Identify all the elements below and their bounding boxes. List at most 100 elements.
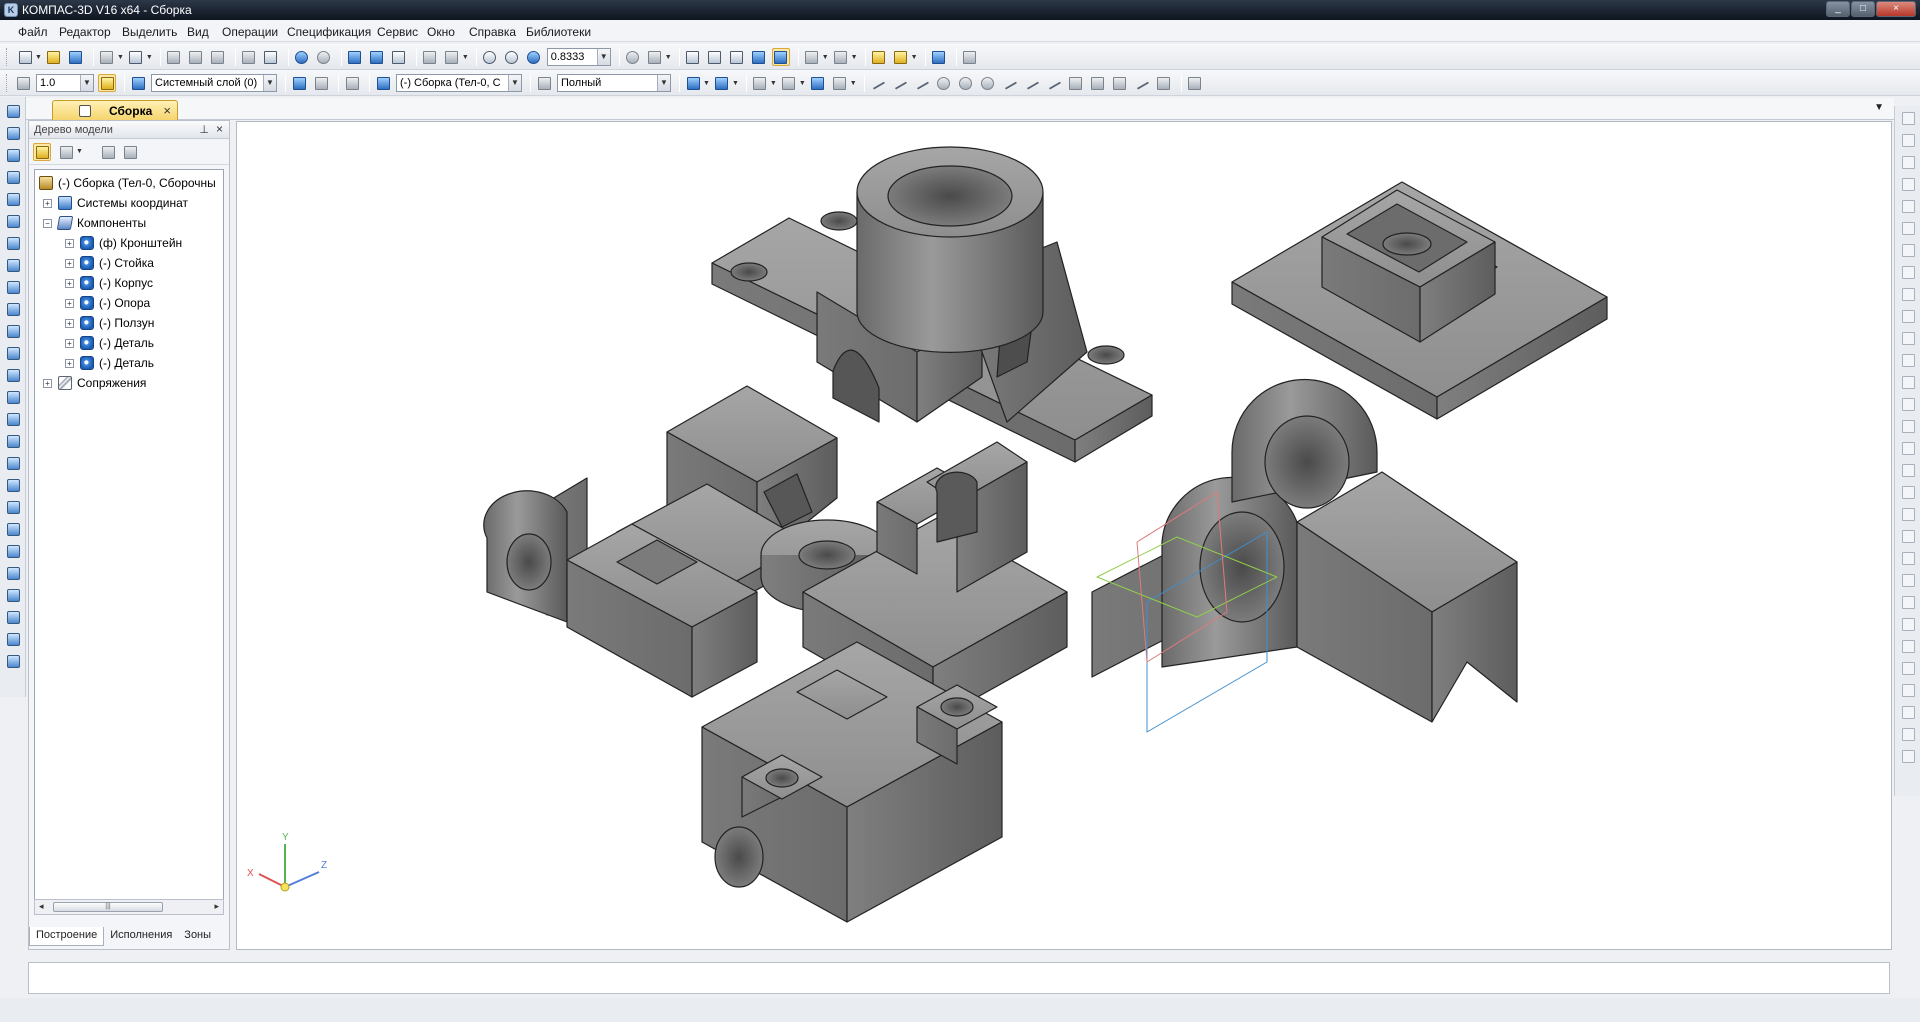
dimension-tool-icon[interactable] [1902, 486, 1915, 499]
thin-lines-button[interactable] [728, 48, 746, 66]
dimension-tool-icon[interactable] [1902, 266, 1915, 279]
minimize-button[interactable]: _ [1826, 1, 1850, 17]
dimension-tool-icon[interactable] [1902, 706, 1915, 719]
dimension-tool-icon[interactable] [1902, 442, 1915, 455]
save-button[interactable] [67, 48, 85, 66]
tree-node[interactable]: − Компоненты [43, 214, 146, 232]
show-all-button[interactable] [870, 48, 888, 66]
active-body-button[interactable] [374, 74, 392, 92]
help-button[interactable] [443, 48, 461, 66]
shaded-button[interactable] [750, 48, 768, 66]
hidden-lines-button[interactable] [706, 48, 724, 66]
compact-tool-icon[interactable] [7, 281, 20, 294]
compact-tool-icon[interactable] [7, 655, 20, 668]
ortho-button[interactable] [98, 74, 116, 92]
select-filter-dropdown-icon[interactable]: ▼ [851, 54, 858, 61]
tab-build[interactable]: Построение [29, 927, 105, 946]
sketch-mirror-button[interactable] [1155, 74, 1173, 92]
tree-structure-button[interactable] [33, 143, 51, 161]
library-manager-button[interactable] [421, 48, 439, 66]
dimension-button[interactable] [1186, 74, 1204, 92]
toolbar-grip[interactable] [6, 74, 9, 92]
close-icon[interactable]: × [216, 122, 223, 136]
chevron-down-icon[interactable]: ▼ [80, 75, 93, 91]
chevron-down-icon[interactable]: ▼ [508, 75, 521, 91]
new-dropdown-icon[interactable]: ▼ [35, 54, 42, 61]
tree-props-button[interactable] [99, 143, 117, 161]
dimension-tool-icon[interactable] [1902, 222, 1915, 235]
step-select[interactable]: 1.0 ▼ [36, 74, 94, 92]
dimension-tool-icon[interactable] [1902, 200, 1915, 213]
tree-horizontal-scrollbar[interactable]: ◂ ||| ▸ [34, 899, 224, 915]
compact-tool-icon[interactable] [7, 523, 20, 536]
menu-editor[interactable]: Редактор [59, 25, 111, 39]
insert-button[interactable] [809, 74, 827, 92]
compact-tool-icon[interactable] [7, 171, 20, 184]
expand-icon[interactable]: + [65, 298, 74, 308]
tree-view-button[interactable] [57, 143, 75, 161]
sketch-arc-button[interactable] [957, 74, 975, 92]
assembly-select[interactable]: (-) Сборка (Тел-0, С ▼ [396, 74, 522, 92]
dimension-tool-icon[interactable] [1902, 354, 1915, 367]
print-dropdown-icon[interactable]: ▼ [117, 54, 124, 61]
paste-button[interactable] [209, 48, 227, 66]
compact-tool-icon[interactable] [7, 237, 20, 250]
compact-tool-icon[interactable] [7, 567, 20, 580]
dimension-tool-icon[interactable] [1902, 596, 1915, 609]
menu-file[interactable]: Файл [18, 25, 48, 39]
sketch-rect-button[interactable] [1067, 74, 1085, 92]
shaded-edges-button[interactable] [771, 48, 790, 66]
dimension-tool-icon[interactable] [1902, 662, 1915, 675]
text-button[interactable] [831, 74, 849, 92]
compact-tool-icon[interactable] [7, 149, 20, 162]
menu-select[interactable]: Выделить [122, 25, 177, 39]
dimension-tool-icon[interactable] [1902, 112, 1915, 125]
compact-tool-icon[interactable] [7, 633, 20, 646]
snap-button[interactable] [14, 74, 32, 92]
expand-icon[interactable]: + [43, 378, 52, 388]
zoom-in-button[interactable] [525, 48, 543, 66]
compact-tool-icon[interactable] [7, 457, 20, 470]
dimension-tool-icon[interactable] [1902, 530, 1915, 543]
compact-tool-icon[interactable] [7, 105, 20, 118]
compact-tool-icon[interactable] [7, 589, 20, 602]
zoom-scale-select[interactable]: 0.8333 ▼ [546, 48, 611, 66]
section-button[interactable] [892, 48, 910, 66]
dimension-tool-icon[interactable] [1902, 178, 1915, 191]
compact-tool-icon[interactable] [7, 479, 20, 492]
color-button[interactable] [713, 74, 731, 92]
chevron-down-icon[interactable]: ▼ [263, 75, 276, 91]
select-filter-button[interactable] [832, 48, 850, 66]
maximize-button[interactable]: □ [1851, 1, 1875, 17]
dimension-tool-icon[interactable] [1902, 574, 1915, 587]
collapse-icon[interactable]: − [43, 218, 52, 228]
scroll-right-icon[interactable]: ▸ [214, 901, 219, 912]
material-button[interactable] [684, 74, 702, 92]
dimension-tool-icon[interactable] [1902, 464, 1915, 477]
new-document-button[interactable] [16, 48, 34, 66]
menu-help[interactable]: Справка [469, 25, 516, 39]
menu-window[interactable]: Окно [427, 25, 455, 39]
dimension-tool-icon[interactable] [1902, 552, 1915, 565]
menu-specification[interactable]: Спецификация [287, 25, 371, 39]
pick-button[interactable] [312, 74, 330, 92]
compact-tool-icon[interactable] [7, 303, 20, 316]
compact-tool-icon[interactable] [7, 127, 20, 140]
edit-part-button[interactable] [343, 74, 361, 92]
section-dropdown-icon[interactable]: ▼ [911, 54, 918, 61]
compact-tool-icon[interactable] [7, 325, 20, 338]
compact-tool-icon[interactable] [7, 347, 20, 360]
compact-tool-icon[interactable] [7, 501, 20, 514]
menu-service[interactable]: Сервис [377, 25, 418, 39]
preview-dropdown-icon[interactable]: ▼ [146, 54, 153, 61]
dimension-tool-icon[interactable] [1902, 398, 1915, 411]
tab-versions[interactable]: Исполнения [104, 927, 178, 946]
sketch-fillet-button[interactable] [1045, 74, 1063, 92]
filter-dropdown-icon[interactable]: ▼ [822, 54, 829, 61]
document-tab-assembly[interactable]: Сборка × [52, 100, 178, 121]
expand-icon[interactable]: + [65, 278, 74, 288]
sketch-circle-button[interactable] [935, 74, 953, 92]
tree-view-dropdown-icon[interactable]: ▼ [76, 148, 83, 155]
close-window-button[interactable]: × [1876, 1, 1916, 17]
pin-icon[interactable]: ⊥ [199, 123, 209, 136]
